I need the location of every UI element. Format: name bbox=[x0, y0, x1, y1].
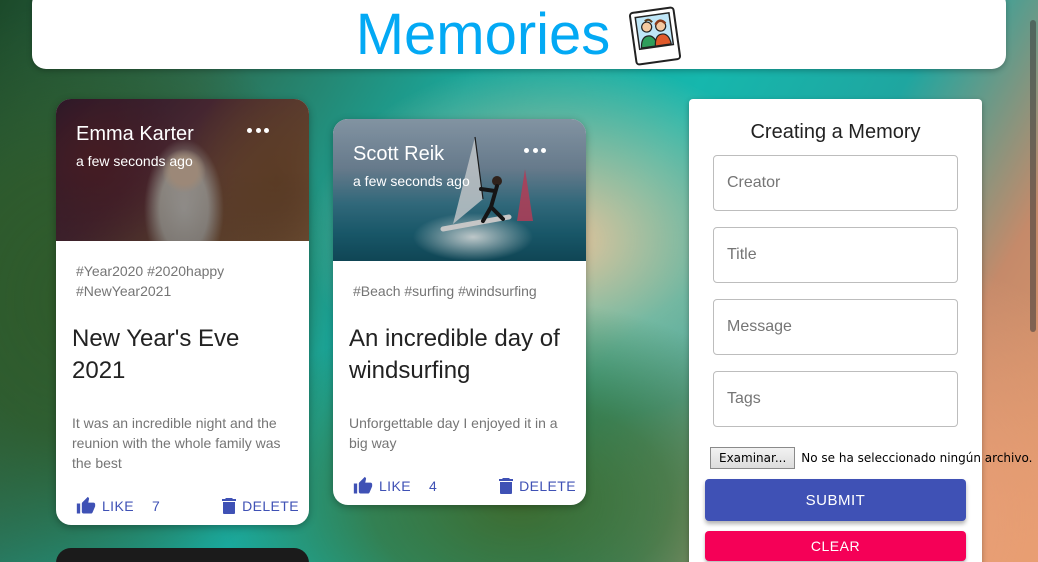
delete-label: Delete bbox=[242, 498, 299, 514]
like-count: 7 bbox=[151, 498, 161, 514]
thumb-up-icon bbox=[353, 476, 373, 494]
thumb-up-icon bbox=[76, 496, 96, 514]
card-title: New Year's Eve 2021 bbox=[72, 325, 240, 384]
card-creator: Emma Karter bbox=[76, 123, 194, 145]
tags-field bbox=[713, 371, 958, 427]
file-browse-button[interactable]: Examinar... bbox=[710, 447, 796, 469]
memory-card: Scott Reik a few seconds ago #Beach #sur… bbox=[333, 119, 586, 505]
card-tags-line: #NewYear2021 bbox=[76, 283, 172, 299]
page-scrollbar[interactable] bbox=[1030, 20, 1036, 332]
creator-field bbox=[713, 155, 958, 211]
card-timestamp: a few seconds ago bbox=[76, 153, 193, 169]
message-field bbox=[713, 299, 958, 355]
card-timestamp: a few seconds ago bbox=[353, 173, 470, 189]
memory-card-image: Scott Reik a few seconds ago bbox=[333, 119, 586, 261]
title-field bbox=[713, 227, 958, 283]
form-heading: Creating a Memory bbox=[750, 121, 921, 143]
card-actions: Like 7 Delete bbox=[56, 481, 309, 525]
memory-card-image: Emma Karter a few seconds ago bbox=[56, 99, 309, 241]
card-tags-line: #Beach #surfing #windsurfing bbox=[353, 283, 537, 299]
app-header: Memories bbox=[32, 0, 1006, 69]
more-options-icon[interactable] bbox=[247, 125, 269, 135]
memory-form: Creating a Memory Examinar... No se ha s… bbox=[689, 99, 1032, 562]
memory-card: Emma Karter a few seconds ago #Year2020 … bbox=[56, 99, 309, 525]
card-message: Unforgettable day I enjoyed it in a big … bbox=[349, 415, 558, 451]
like-label: Like bbox=[102, 498, 134, 514]
more-options-icon[interactable] bbox=[524, 145, 546, 155]
card-tags: #Beach #surfing #windsurfing bbox=[353, 281, 566, 301]
app-title: Memories bbox=[355, 1, 611, 67]
card-tags: #Year2020 #2020happy #NewYear2021 bbox=[76, 261, 289, 301]
creator-input[interactable] bbox=[714, 156, 957, 210]
file-picker: Examinar... No se ha seleccionado ningún… bbox=[710, 447, 1032, 469]
memory-card-partial bbox=[56, 548, 309, 562]
trash-icon bbox=[222, 498, 237, 514]
message-input[interactable] bbox=[714, 300, 957, 354]
title-input[interactable] bbox=[714, 228, 957, 282]
like-button[interactable]: Like 7 bbox=[76, 496, 160, 516]
clear-button[interactable]: CLEAR bbox=[705, 531, 966, 561]
like-count: 4 bbox=[428, 478, 438, 494]
card-message: It was an incredible night and the reuni… bbox=[72, 415, 281, 471]
delete-button[interactable]: Delete bbox=[222, 498, 299, 514]
like-button[interactable]: Like 4 bbox=[353, 476, 437, 496]
submit-button[interactable]: SUBMIT bbox=[705, 479, 966, 521]
card-title: An incredible day of windsurfing bbox=[349, 325, 560, 384]
memories-photo-icon bbox=[629, 6, 682, 65]
card-actions: Like 4 Delete bbox=[333, 461, 586, 505]
card-tags-line: #Year2020 #2020happy bbox=[76, 263, 225, 279]
card-creator: Scott Reik bbox=[353, 143, 445, 165]
trash-icon bbox=[499, 478, 514, 494]
delete-label: Delete bbox=[519, 478, 576, 494]
file-status: No se ha seleccionado ningún archivo. bbox=[801, 451, 1033, 465]
delete-button[interactable]: Delete bbox=[499, 478, 576, 494]
like-label: Like bbox=[379, 478, 411, 494]
tags-input[interactable] bbox=[714, 372, 957, 426]
